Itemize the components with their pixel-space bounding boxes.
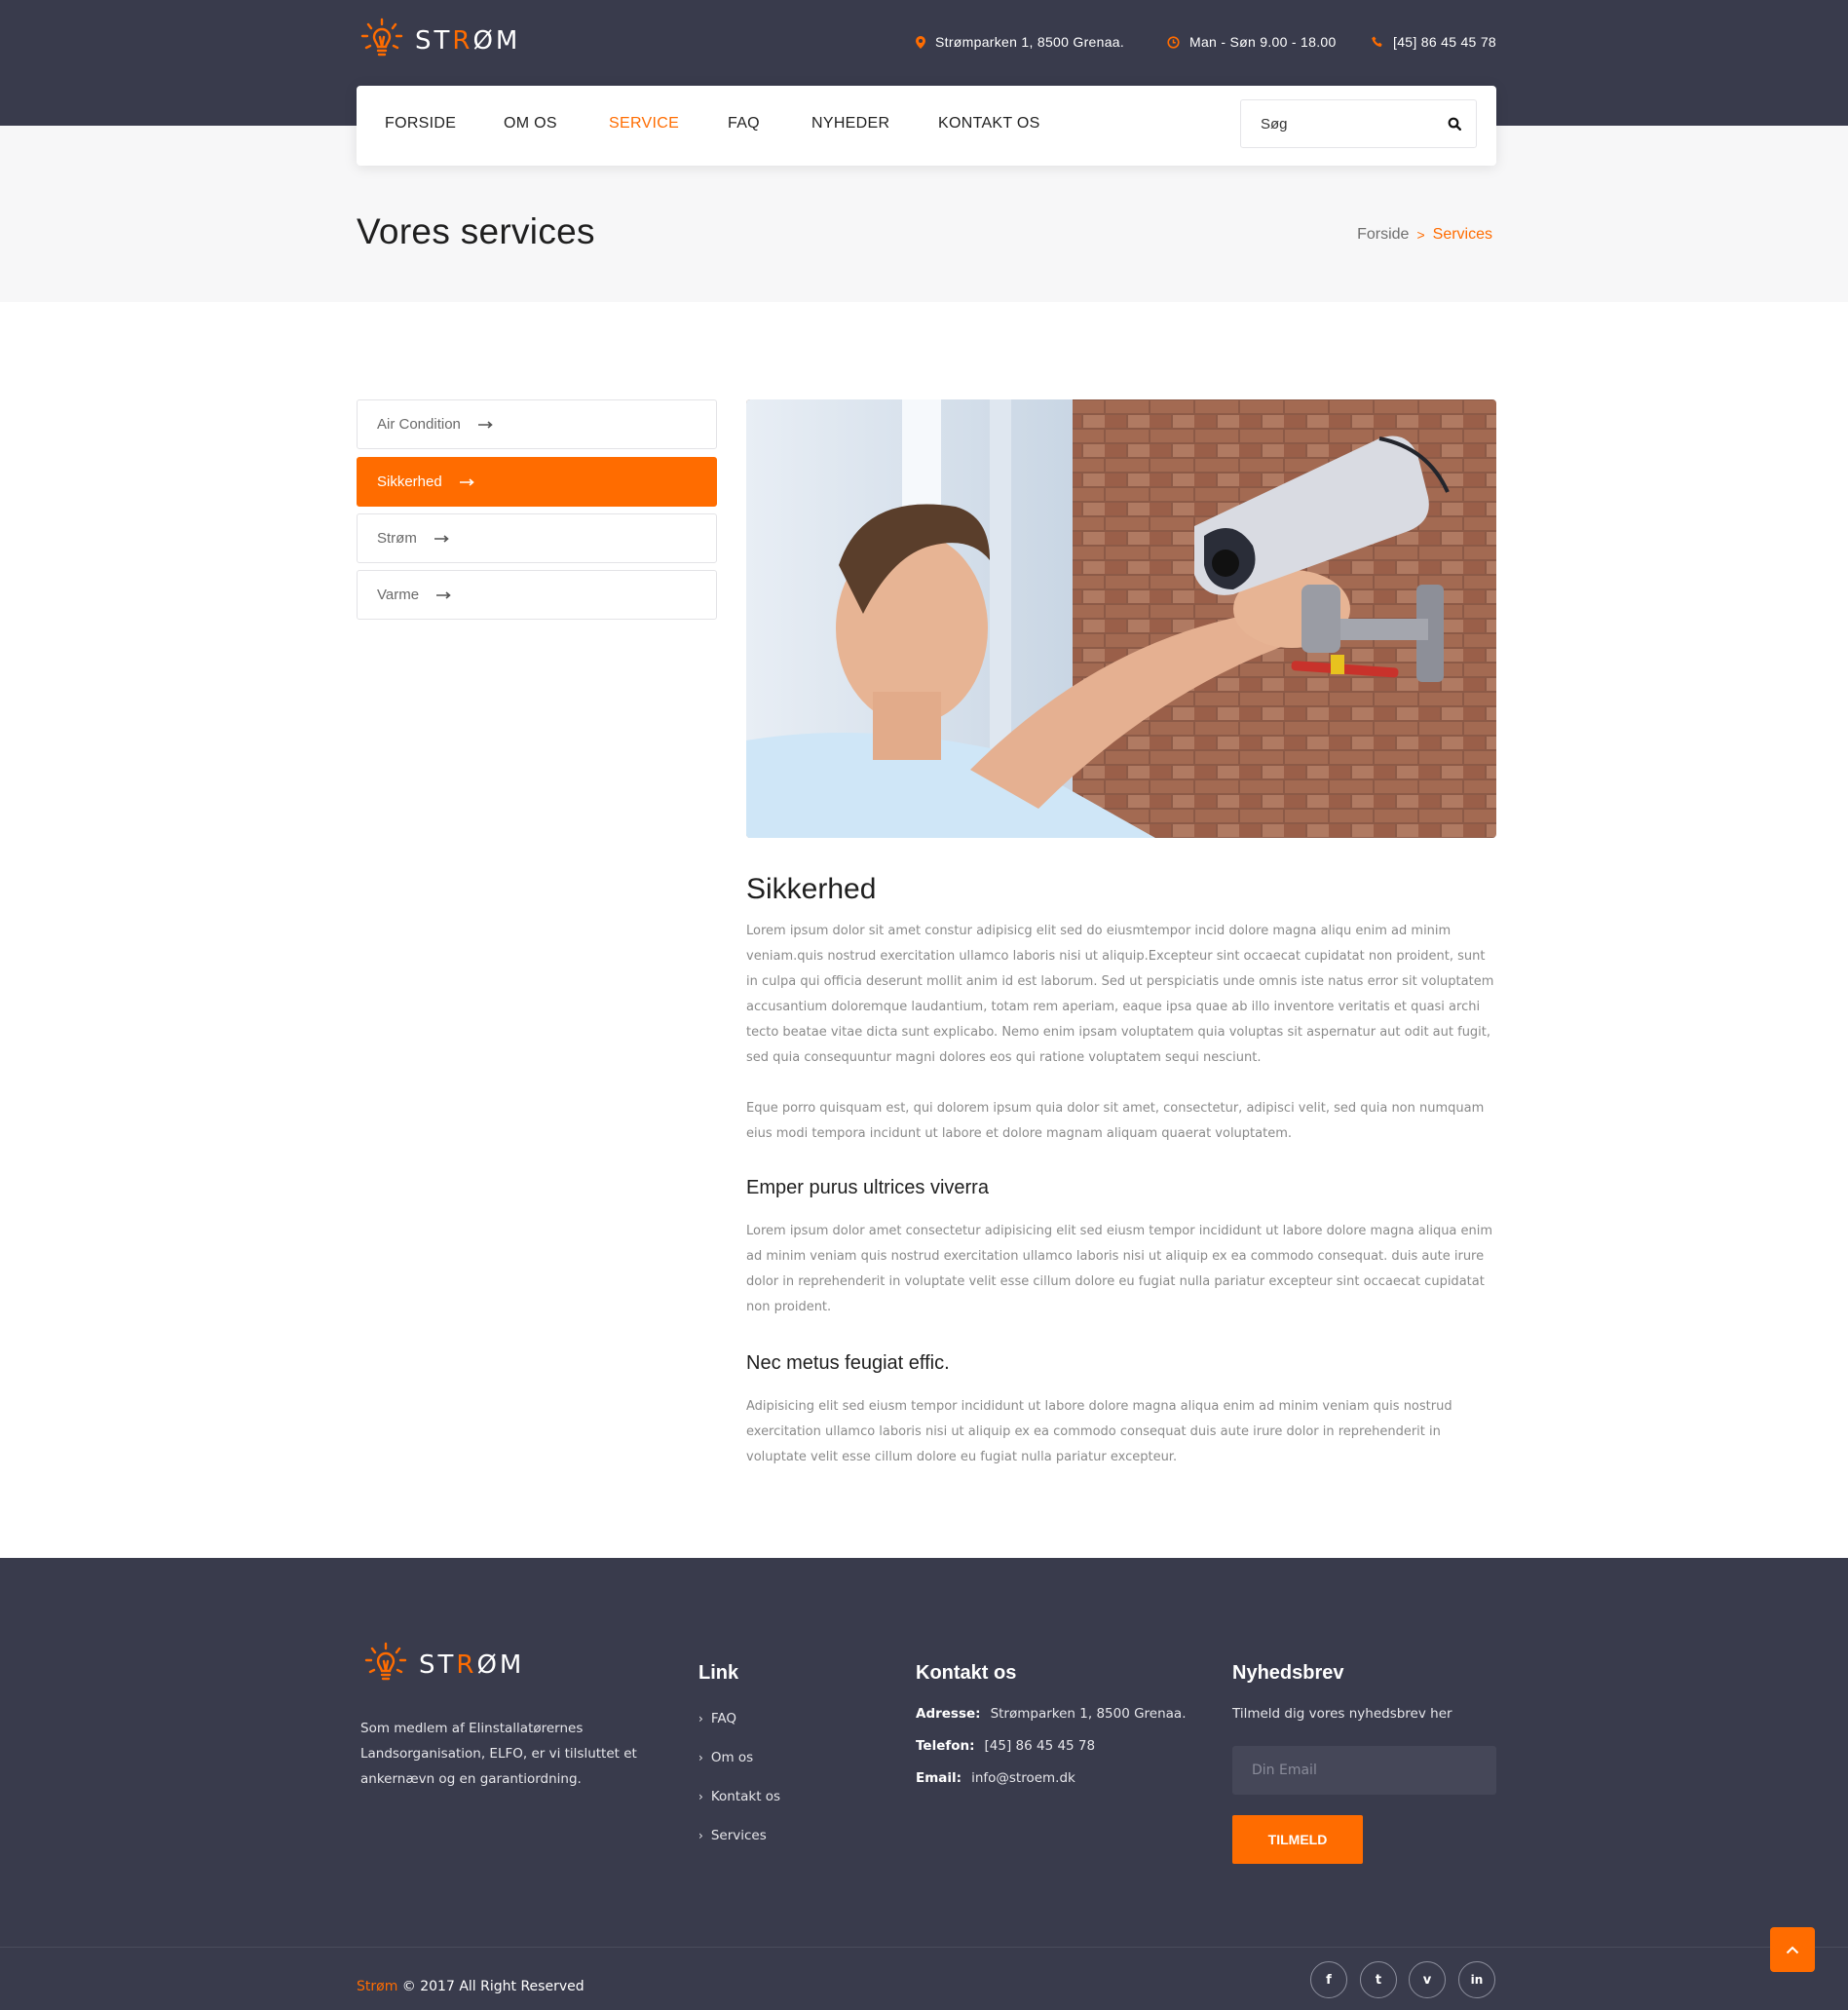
service-heading: Sikkerhed <box>746 873 877 905</box>
copyright-brand-link[interactable]: Strøm <box>357 1979 397 1994</box>
chevron-right-icon: › <box>698 1751 703 1764</box>
service-paragraph-1: Lorem ipsum dolor sit amet constur adipi… <box>746 924 1494 1065</box>
newsletter-email-input[interactable] <box>1232 1746 1496 1795</box>
chevron-right-icon: › <box>698 1712 703 1726</box>
breadcrumb-current: Services <box>1432 226 1492 243</box>
service-subheading-2: Nec metus feugiat effic. <box>746 1352 950 1374</box>
linkedin-icon[interactable]: in <box>1458 1961 1495 1998</box>
nav-om-os[interactable]: OM OS <box>504 115 557 133</box>
nav-forside[interactable]: FORSIDE <box>385 115 456 133</box>
site-footer: STRØM Som medlem af Elinstallatørernes L… <box>0 1558 1848 2010</box>
search-icon <box>1448 117 1461 131</box>
footer-link-om-os[interactable]: › Om os <box>698 1750 753 1765</box>
chevron-right-icon: › <box>698 1829 703 1842</box>
sidebar-item-sikkerhed[interactable]: Sikkerhed <box>357 457 717 507</box>
search-box <box>1240 99 1477 148</box>
search-button[interactable] <box>1443 112 1466 135</box>
sidebar-item-varme[interactable]: Varme <box>357 570 717 620</box>
main-navigation: FORSIDE OM OS SERVICE FAQ NYHEDER KONTAK… <box>357 86 1496 166</box>
footer-link-faq[interactable]: › FAQ <box>698 1711 736 1726</box>
breadcrumb: Forside > Services <box>1357 226 1492 244</box>
footer-logo[interactable]: STRØM <box>360 1640 524 1690</box>
nav-faq[interactable]: FAQ <box>728 115 760 133</box>
arrow-right-icon <box>459 477 475 486</box>
lightbulb-logo-icon <box>360 18 403 57</box>
search-input[interactable] <box>1241 100 1426 147</box>
header-phone-text: [45] 86 45 45 78 <box>1393 34 1496 50</box>
footer-contact-phone: Telefon: [45] 86 45 45 78 <box>916 1738 1096 1754</box>
service-hero-image <box>746 399 1496 838</box>
map-pin-icon <box>916 35 925 49</box>
footer-newsletter-title: Nyhedsbrev <box>1232 1662 1344 1684</box>
arrow-right-icon <box>434 534 450 543</box>
sidebar-item-label: Varme <box>377 587 420 603</box>
scroll-to-top-button[interactable] <box>1770 1927 1815 1972</box>
phone-icon <box>1372 36 1382 47</box>
service-paragraph-3: Lorem ipsum dolor amet consectetur adipi… <box>746 1224 1493 1314</box>
footer-newsletter-text: Tilmeld dig vores nyhedsbrev her <box>1232 1706 1452 1722</box>
sidebar-item-label: Air Condition <box>377 416 461 433</box>
footer-contact-title: Kontakt os <box>916 1662 1017 1684</box>
sidebar-item-label: Sikkerhed <box>377 474 442 490</box>
header-address-text: Strømparken 1, 8500 Grenaa. <box>935 34 1125 50</box>
nav-kontakt-os[interactable]: KONTAKT OS <box>938 115 1040 133</box>
vimeo-icon[interactable]: v <box>1409 1961 1446 1998</box>
footer-divider <box>0 1947 1848 1948</box>
header-phone: [45] 86 45 45 78 <box>1372 34 1566 50</box>
header-hours: Man - Søn 9.00 - 18.00 <box>1167 34 1362 50</box>
logo-wordmark: STRØM <box>419 1650 525 1680</box>
header-address: Strømparken 1, 8500 Grenaa. <box>916 34 1150 50</box>
breadcrumb-separator-icon: > <box>1416 227 1425 243</box>
sidebar-item-label: Strøm <box>377 530 417 547</box>
footer-links-title: Link <box>698 1662 739 1684</box>
page-title: Vores services <box>357 211 595 251</box>
service-paragraph-2: Eque porro quisquam est, qui dolorem ips… <box>746 1101 1485 1141</box>
subscribe-button[interactable]: TILMELD <box>1232 1815 1363 1864</box>
chevron-up-icon <box>1786 1946 1799 1953</box>
clock-icon <box>1167 35 1180 49</box>
footer-contact-address: Adresse: Strømparken 1, 8500 Grenaa. <box>916 1706 1187 1722</box>
sidebar-item-strom[interactable]: Strøm <box>357 513 717 563</box>
arrow-right-icon <box>436 590 452 599</box>
nav-nyheder[interactable]: NYHEDER <box>811 115 889 133</box>
facebook-icon[interactable]: f <box>1310 1961 1347 1998</box>
footer-link-services[interactable]: › Services <box>698 1828 767 1843</box>
logo-wordmark: STRØM <box>415 26 521 56</box>
footer-email-link[interactable]: info@stroem.dk <box>971 1770 1075 1786</box>
arrow-right-icon <box>477 420 494 429</box>
header-hours-text: Man - Søn 9.00 - 18.00 <box>1189 34 1337 50</box>
footer-link-kontakt-os[interactable]: › Kontakt os <box>698 1789 780 1804</box>
copyright-text: Strøm © 2017 All Right Reserved <box>357 1979 585 1994</box>
lightbulb-logo-icon <box>364 1642 407 1681</box>
service-paragraph-4: Adipisicing elit sed eiusm tempor incidi… <box>746 1399 1452 1464</box>
service-subheading-1: Emper purus ultrices viverra <box>746 1177 989 1198</box>
site-logo[interactable]: STRØM <box>357 16 520 66</box>
security-camera-technician-illustration <box>746 399 1496 838</box>
footer-about-text: Som medlem af Elinstallatørernes Landsor… <box>360 1721 637 1787</box>
chevron-right-icon: › <box>698 1790 703 1803</box>
sidebar-item-air-condition[interactable]: Air Condition <box>357 399 717 449</box>
breadcrumb-home-link[interactable]: Forside <box>1357 226 1409 244</box>
nav-service[interactable]: SERVICE <box>609 115 679 133</box>
twitter-icon[interactable]: t <box>1360 1961 1397 1998</box>
footer-contact-email: Email: info@stroem.dk <box>916 1770 1075 1786</box>
